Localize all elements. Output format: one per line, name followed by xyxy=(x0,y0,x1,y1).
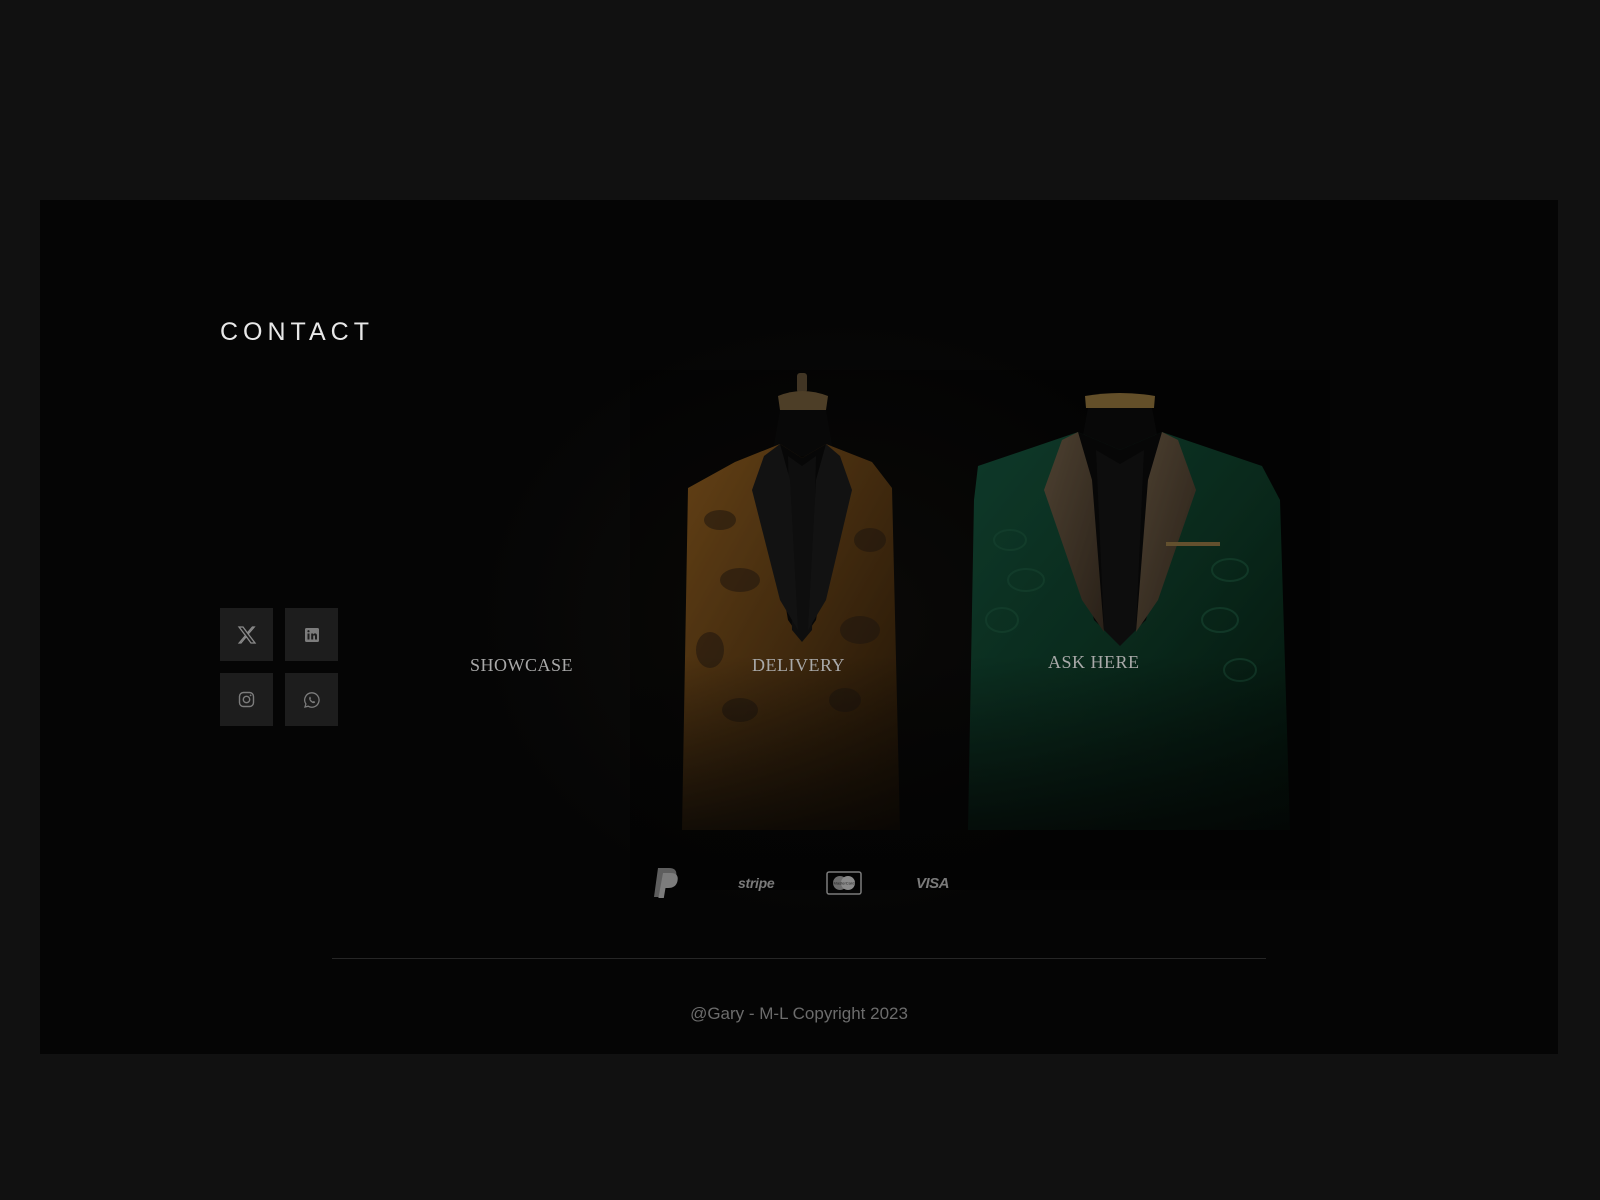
linkedin-link[interactable] xyxy=(285,608,338,661)
stripe-icon: stripe xyxy=(738,875,775,891)
x-twitter-icon xyxy=(237,625,256,644)
nav-link-delivery[interactable]: DELIVERY xyxy=(752,655,845,676)
mastercard-label: MasterCard xyxy=(834,881,855,886)
payment-paypal xyxy=(652,865,682,901)
linkedin-icon xyxy=(304,627,319,642)
paypal-icon xyxy=(654,868,678,898)
mastercard-icon: MasterCard xyxy=(826,871,862,895)
copyright-text: @Gary - M-L Copyright 2023 xyxy=(690,1004,908,1023)
visa-icon: VISA xyxy=(916,874,950,892)
whatsapp-link[interactable] xyxy=(285,673,338,726)
instagram-link[interactable] xyxy=(220,673,273,726)
payment-methods: stripe MasterCard VISA xyxy=(652,865,992,905)
nav-link-ask-here[interactable]: ASK HERE xyxy=(1048,652,1140,673)
whatsapp-icon xyxy=(303,691,320,708)
nav-link-showcase[interactable]: SHOWCASE xyxy=(470,655,573,676)
payment-visa: VISA xyxy=(916,865,950,901)
payment-mastercard: MasterCard xyxy=(826,865,862,901)
payment-stripe: stripe xyxy=(738,865,775,901)
x-twitter-link[interactable] xyxy=(220,608,273,661)
suits-hero-image xyxy=(630,370,1330,890)
social-links xyxy=(220,608,338,726)
contact-heading: CONTACT xyxy=(220,318,374,346)
instagram-icon xyxy=(238,691,255,708)
footer-panel: CONTACT SHOWCASE DELIVERY ASK HERE strip… xyxy=(40,200,1558,1054)
footer-divider xyxy=(332,958,1266,959)
